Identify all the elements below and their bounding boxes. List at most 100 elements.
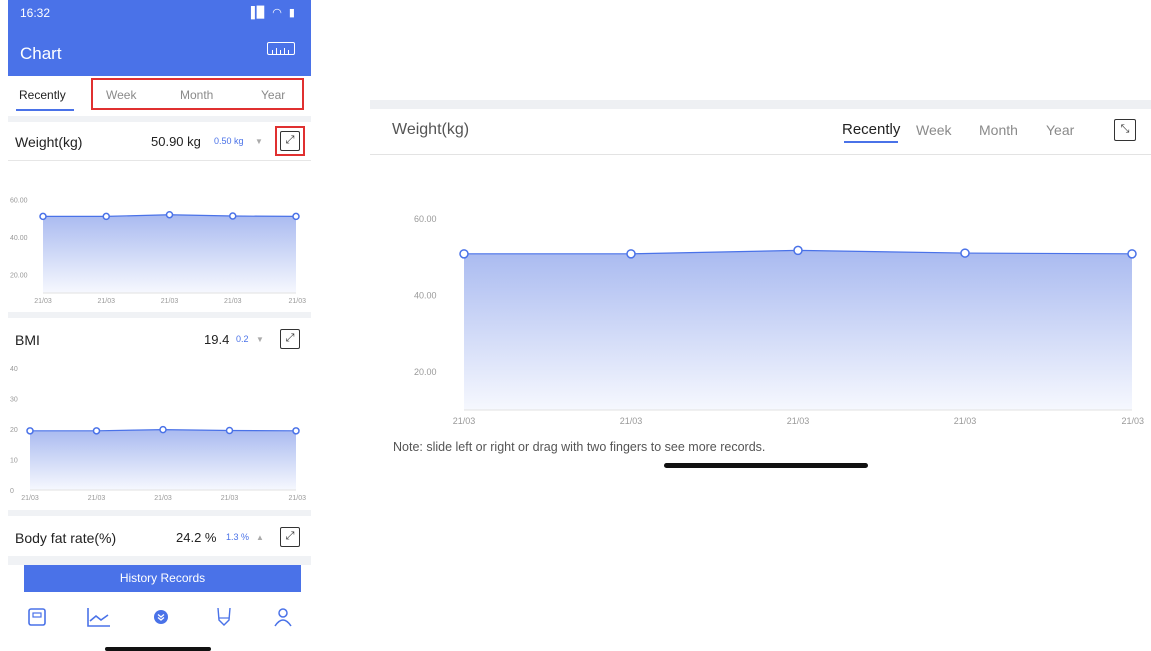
- caret-down-icon: ▼: [255, 137, 263, 146]
- chart-title: Weight(kg): [392, 121, 470, 138]
- home-indicator: [664, 463, 868, 468]
- y-tick-label: 20: [10, 427, 18, 434]
- y-tick-label: 30: [10, 397, 18, 404]
- tab-month[interactable]: Month: [979, 122, 1018, 138]
- metric-row-bmi: BMI 19.4 0.2 ▼ ⤢: [8, 320, 311, 358]
- divider: [370, 154, 1151, 155]
- data-point[interactable]: [292, 212, 300, 221]
- area-fill: [43, 214, 296, 293]
- tab-year[interactable]: Year: [261, 88, 285, 102]
- y-tick-label: 40: [10, 366, 18, 373]
- tab-week[interactable]: Week: [916, 122, 952, 138]
- ruler-icon[interactable]: [267, 42, 295, 55]
- y-tick-label: 40.00: [414, 290, 437, 300]
- data-point[interactable]: [1127, 249, 1137, 259]
- data-point[interactable]: [459, 249, 469, 259]
- landscape-chart-view: Weight(kg) Recently Week Month Year ⤡ 60…: [370, 100, 1151, 480]
- x-tick-label: 21/03: [1121, 416, 1144, 426]
- tab-year[interactable]: Year: [1046, 122, 1074, 138]
- y-tick-label: 10: [10, 458, 18, 465]
- data-point[interactable]: [26, 427, 34, 435]
- tab-recently[interactable]: Recently: [842, 121, 900, 138]
- data-point[interactable]: [39, 212, 47, 221]
- data-point[interactable]: [102, 212, 110, 221]
- top-strip: [370, 100, 1151, 109]
- divider: [8, 556, 311, 565]
- page-title: Chart: [20, 44, 62, 63]
- divider: [8, 312, 311, 318]
- metric-value: 24.2 %: [176, 530, 217, 545]
- scale-icon[interactable]: [26, 606, 48, 628]
- tab-week[interactable]: Week: [106, 88, 136, 102]
- x-tick-label: 21/03: [288, 495, 306, 502]
- data-point[interactable]: [229, 212, 237, 220]
- data-point[interactable]: [960, 248, 970, 258]
- period-tabs: Recently Week Month Year: [8, 76, 311, 116]
- scroll-note: Note: slide left or right or drag with t…: [393, 440, 766, 454]
- metric-name: Weight(kg): [15, 134, 83, 150]
- y-tick-label: 60.00: [414, 214, 437, 224]
- data-point[interactable]: [92, 427, 101, 435]
- metric-name: BMI: [15, 332, 40, 348]
- app-bar: 16:32 ▐▉ ◠ ▮ Chart: [8, 0, 311, 76]
- status-icons: ▐▉ ◠ ▮: [246, 7, 297, 19]
- bottom-nav: [8, 600, 311, 636]
- area-fill: [464, 250, 1132, 410]
- area-fill: [30, 429, 296, 490]
- data-point[interactable]: [292, 427, 300, 435]
- data-point[interactable]: [793, 245, 803, 256]
- metric-value: 50.90 kg: [151, 134, 201, 149]
- expand-icon[interactable]: ⤢: [280, 329, 300, 349]
- metric-delta: 0.2: [236, 334, 249, 344]
- expand-icon[interactable]: ⤢: [280, 527, 300, 547]
- caret-up-icon: ▲: [256, 533, 264, 542]
- history-records-button[interactable]: History Records: [24, 565, 301, 592]
- x-tick-label: 21/03: [34, 298, 52, 305]
- x-tick-label: 21/03: [224, 298, 242, 305]
- x-tick-label: 21/03: [453, 416, 476, 426]
- y-tick-label: 0: [10, 488, 14, 495]
- x-tick-label: 21/03: [154, 495, 172, 502]
- x-tick-label: 21/03: [161, 298, 179, 305]
- x-tick-label: 21/03: [954, 416, 977, 426]
- chevron-circle-icon[interactable]: [150, 606, 172, 628]
- data-point[interactable]: [626, 249, 636, 259]
- data-point[interactable]: [165, 210, 174, 219]
- home-indicator: [105, 647, 211, 651]
- expand-icon[interactable]: ⤢: [280, 131, 300, 151]
- metric-row-weight: Weight(kg) 50.90 kg 0.50 kg ▼ ⤢: [8, 122, 311, 160]
- metric-value: 19.4: [204, 332, 230, 347]
- weight-chart-large[interactable]: 60.00 40.00 20.00 21/03 21/03 21/03 21/03 21/03: [370, 190, 1151, 435]
- profile-icon[interactable]: [272, 606, 294, 628]
- weight-chart[interactable]: 60.00 40.00 20.00 21/03 21/03 21/03 21/03 21/03: [8, 175, 311, 310]
- y-tick-label: 20.00: [10, 272, 28, 279]
- metric-name: Body fat rate(%): [15, 530, 117, 546]
- body-icon[interactable]: [213, 606, 235, 628]
- x-tick-label: 21/03: [288, 298, 306, 305]
- x-tick-label: 21/03: [88, 495, 106, 502]
- status-time: 16:32: [20, 6, 51, 20]
- divider: [8, 510, 311, 516]
- tab-month[interactable]: Month: [180, 88, 213, 102]
- collapse-icon[interactable]: ⤡: [1114, 119, 1136, 141]
- x-tick-label: 21/03: [620, 416, 643, 426]
- x-tick-label: 21/03: [221, 495, 239, 502]
- metric-row-body-fat: Body fat rate(%) 24.2 % 1.3 % ▲ ⤢: [8, 518, 311, 556]
- y-tick-label: 40.00: [10, 235, 28, 242]
- bmi-chart[interactable]: 40 30 20 10 0 21/03 21/03 21/03 21/03 21/03: [8, 360, 311, 508]
- metric-delta: 1.3 %: [226, 532, 250, 542]
- data-point[interactable]: [225, 426, 234, 435]
- phone-screen: 16:32 ▐▉ ◠ ▮ Chart Recently Week Month Y…: [8, 0, 311, 651]
- tab-underline: [16, 109, 74, 111]
- chart-icon[interactable]: [86, 606, 112, 628]
- x-tick-label: 21/03: [21, 495, 39, 502]
- tab-underline: [844, 141, 898, 143]
- y-tick-label: 20.00: [414, 367, 437, 377]
- data-point[interactable]: [159, 425, 167, 434]
- caret-down-icon: ▼: [256, 335, 264, 344]
- divider: [8, 160, 311, 161]
- tab-recently[interactable]: Recently: [19, 88, 66, 102]
- x-tick-label: 21/03: [97, 298, 115, 305]
- x-tick-label: 21/03: [787, 416, 810, 426]
- y-tick-label: 60.00: [10, 197, 28, 204]
